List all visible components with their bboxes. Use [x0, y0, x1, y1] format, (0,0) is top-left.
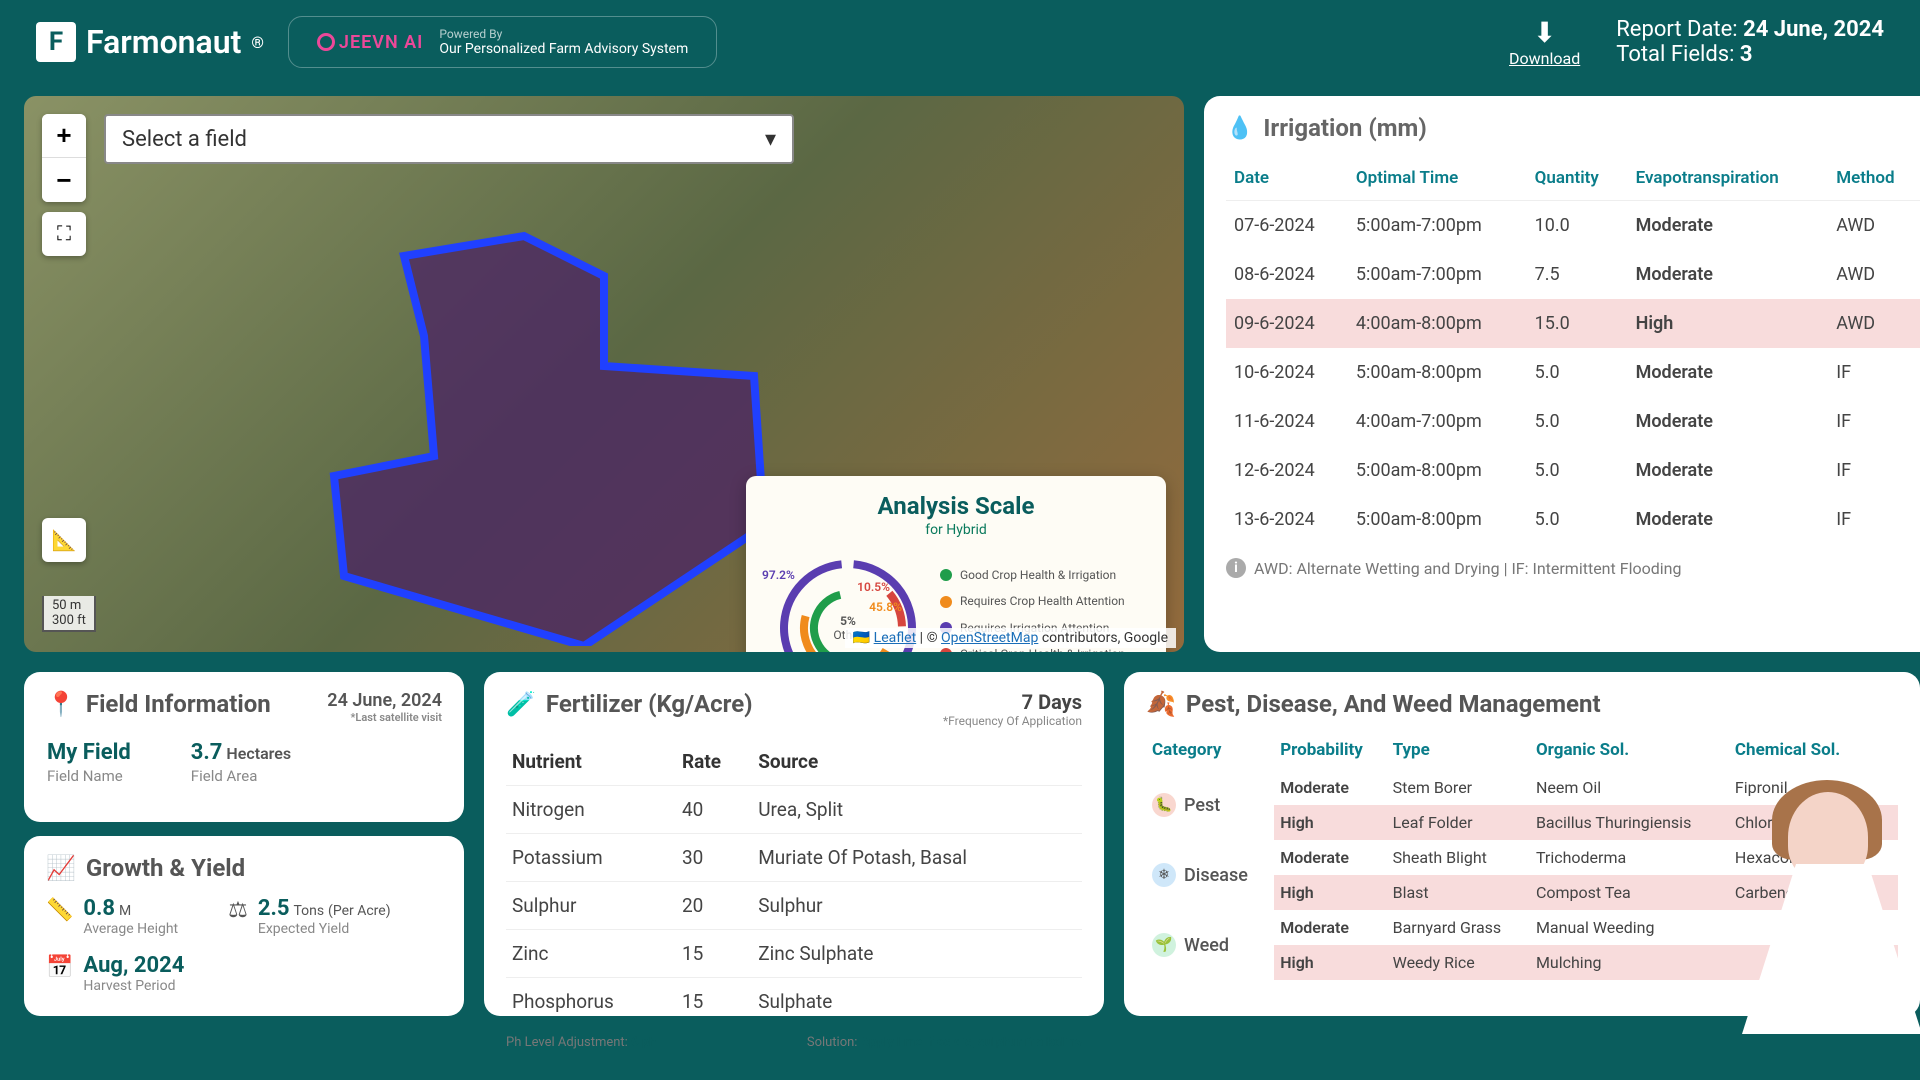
- osm-link[interactable]: OpenStreetMap: [941, 630, 1038, 646]
- growth-yield-card: 📈Growth & Yield 📏 0.8 M Average Height ⚖…: [24, 836, 464, 1016]
- table-row: 10-6-20245:00am-8:00pm5.0ModerateIF: [1226, 348, 1920, 397]
- table-row: Zinc15Zinc Sulphate: [506, 930, 1082, 978]
- analysis-scale-panel: Analysis Scale for Hybrid 5% Other 97.2%: [746, 476, 1166, 652]
- fertilizer-card: 🧪Fertilizer (Kg/Acre) 7 Days*Frequency O…: [484, 672, 1104, 1016]
- leaf-icon: 🍂: [1146, 690, 1176, 718]
- irrigation-card: 💧Irrigation (mm) Date Optimal Time Quant…: [1204, 96, 1920, 652]
- growth-icon: 📈: [46, 854, 76, 882]
- zoom-in-button[interactable]: +: [42, 114, 86, 158]
- irrigation-icon: 💧: [1226, 116, 1253, 141]
- table-row: ❄DiseaseModerateSheath BlightTrichoderma…: [1146, 840, 1898, 875]
- table-row: 08-6-20245:00am-7:00pm7.5ModerateAWD: [1226, 250, 1920, 299]
- flask-icon: 🧪: [506, 690, 536, 718]
- legend-item: Good Crop Health & Irrigation: [940, 562, 1125, 588]
- map-attribution: 🇺🇦 Leaflet | © OpenStreetMap contributor…: [845, 628, 1176, 648]
- measure-button[interactable]: 📐: [42, 518, 86, 562]
- download-icon: ⬇: [1509, 16, 1580, 49]
- weight-icon: ⚖: [228, 898, 248, 937]
- irrigation-table: Date Optimal Time Quantity Evapotranspir…: [1226, 156, 1920, 544]
- fertilizer-table: Nutrient Rate Source Nitrogen40Urea, Spl…: [506, 738, 1082, 1025]
- download-button[interactable]: ⬇ Download: [1509, 16, 1580, 68]
- table-row: 13-6-20245:00am-8:00pm5.0ModerateIF: [1226, 495, 1920, 544]
- table-row: Potassium30Muriate Of Potash, Basal: [506, 834, 1082, 882]
- app-header: F Farmonaut® JEEVN AI Powered By Our Per…: [0, 0, 1920, 84]
- field-select-dropdown[interactable]: Select a field ▾: [104, 114, 794, 164]
- legend-item: Requires Crop Health Attention: [940, 588, 1125, 614]
- map-scale: 50 m 300 ft: [42, 596, 96, 632]
- zoom-controls: + −: [42, 114, 86, 202]
- jeevn-circle-icon: [317, 33, 335, 51]
- table-row: Phosphorus15Sulphate: [506, 978, 1082, 1026]
- table-row: Sulphur20Sulphur: [506, 882, 1082, 930]
- table-row: 🐛PestModerateStem BorerNeem OilFipronil: [1146, 770, 1898, 805]
- table-row: Nitrogen40Urea, Split: [506, 786, 1082, 834]
- field-boundary-polygon: [304, 226, 784, 646]
- field-info-card: 📍Field Information 24 June, 2024*Last sa…: [24, 672, 464, 822]
- table-row: 🌱WeedModerateBarnyard GrassManual Weedin…: [1146, 910, 1898, 945]
- ai-badge: JEEVN AI Powered By Our Personalized Far…: [288, 16, 717, 68]
- report-meta: Report Date: 24 June, 2024 Total Fields:…: [1616, 17, 1884, 67]
- table-row: 11-6-20244:00am-7:00pm5.0ModerateIF: [1226, 397, 1920, 446]
- jeevn-logo: JEEVN AI: [317, 32, 423, 53]
- pest-management-card: 🍂Pest, Disease, And Weed Management Cate…: [1124, 672, 1920, 1016]
- brand-logo: F Farmonaut®: [36, 22, 264, 62]
- fullscreen-button[interactable]: ⛶: [42, 212, 86, 256]
- table-row: 12-6-20245:00am-8:00pm5.0ModerateIF: [1226, 446, 1920, 495]
- calendar-icon: 📅: [46, 955, 73, 994]
- location-icon: 📍: [46, 690, 76, 718]
- chevron-down-icon: ▾: [765, 127, 776, 152]
- table-row: 07-6-20245:00am-7:00pm10.0ModerateAWD: [1226, 201, 1920, 251]
- ruler-icon: 📏: [46, 898, 73, 937]
- pest-table: Category Probability Type Organic Sol. C…: [1146, 730, 1898, 980]
- brand-name: Farmonaut: [86, 23, 241, 61]
- zoom-out-button[interactable]: −: [42, 158, 86, 202]
- map-panel[interactable]: + − ⛶ Select a field ▾ 📐 50 m 300 ft Ana…: [24, 96, 1184, 652]
- table-row: 09-6-20244:00am-8:00pm15.0HighAWD: [1226, 299, 1920, 348]
- info-icon: i: [1226, 558, 1246, 578]
- leaflet-link[interactable]: Leaflet: [874, 630, 917, 646]
- brand-mark-icon: F: [36, 22, 76, 62]
- irrigation-footnote: i AWD: Alternate Wetting and Drying | IF…: [1226, 558, 1920, 578]
